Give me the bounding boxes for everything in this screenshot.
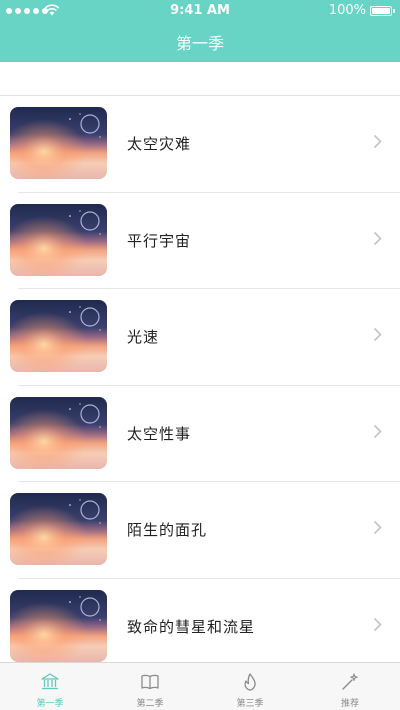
list-item[interactable]: 太空性事 bbox=[0, 386, 400, 482]
bank-icon bbox=[41, 673, 59, 690]
tab-season-3[interactable]: 第三季 bbox=[200, 663, 300, 710]
list-item[interactable]: 太空灾难 bbox=[0, 96, 400, 193]
status-bar: 9:41 AM 100% bbox=[0, 0, 400, 22]
episode-thumbnail bbox=[10, 589, 107, 662]
chevron-right-icon bbox=[373, 231, 382, 245]
header-spacer bbox=[0, 62, 400, 96]
tab-bar: 第一季 第二季 第三季 推荐 bbox=[0, 662, 400, 710]
tab-label: 第二季 bbox=[136, 699, 164, 709]
chevron-right-icon bbox=[373, 520, 382, 535]
chevron-right-icon bbox=[373, 424, 382, 438]
list-item[interactable]: 陌生的面孔 bbox=[0, 482, 400, 579]
episode-thumbnail bbox=[10, 107, 107, 179]
episode-thumbnail bbox=[10, 300, 107, 372]
episode-thumbnail bbox=[10, 203, 107, 276]
book-icon bbox=[141, 674, 159, 690]
episode-title: 太空性事 bbox=[127, 424, 192, 443]
nav-header: 9:41 AM 100% 第一季 bbox=[0, 0, 400, 62]
episode-title: 致命的彗星和流星 bbox=[127, 617, 256, 636]
tab-label: 推荐 bbox=[340, 699, 359, 709]
battery-icon bbox=[370, 6, 395, 16]
episode-list: 太空灾难 平行宇宙 光速 太空性事 陌生的面孔 致命的彗星和流星 bbox=[0, 96, 400, 675]
tab-season-2[interactable]: 第二季 bbox=[100, 663, 200, 710]
battery-percentage: 100% bbox=[328, 3, 366, 18]
tab-label: 第三季 bbox=[236, 699, 264, 709]
magic-wand-icon bbox=[342, 673, 358, 690]
episode-title: 平行宇宙 bbox=[127, 231, 192, 250]
list-item[interactable]: 光速 bbox=[0, 289, 400, 386]
episode-title: 太空灾难 bbox=[127, 135, 192, 153]
episode-title: 陌生的面孔 bbox=[127, 521, 208, 539]
tab-recommend[interactable]: 推荐 bbox=[300, 663, 400, 710]
list-item[interactable]: 致命的彗星和流星 bbox=[0, 579, 400, 675]
chevron-right-icon bbox=[373, 617, 382, 631]
chevron-right-icon bbox=[373, 134, 382, 149]
chevron-right-icon bbox=[373, 327, 382, 342]
list-item[interactable]: 平行宇宙 bbox=[0, 193, 400, 289]
episode-title: 光速 bbox=[127, 328, 160, 346]
episode-thumbnail bbox=[10, 493, 107, 565]
page-title: 第一季 bbox=[175, 34, 224, 53]
tab-label: 第一季 bbox=[36, 699, 64, 709]
flame-icon bbox=[244, 673, 256, 691]
tab-season-1[interactable]: 第一季 bbox=[0, 663, 100, 710]
episode-thumbnail bbox=[10, 396, 107, 469]
